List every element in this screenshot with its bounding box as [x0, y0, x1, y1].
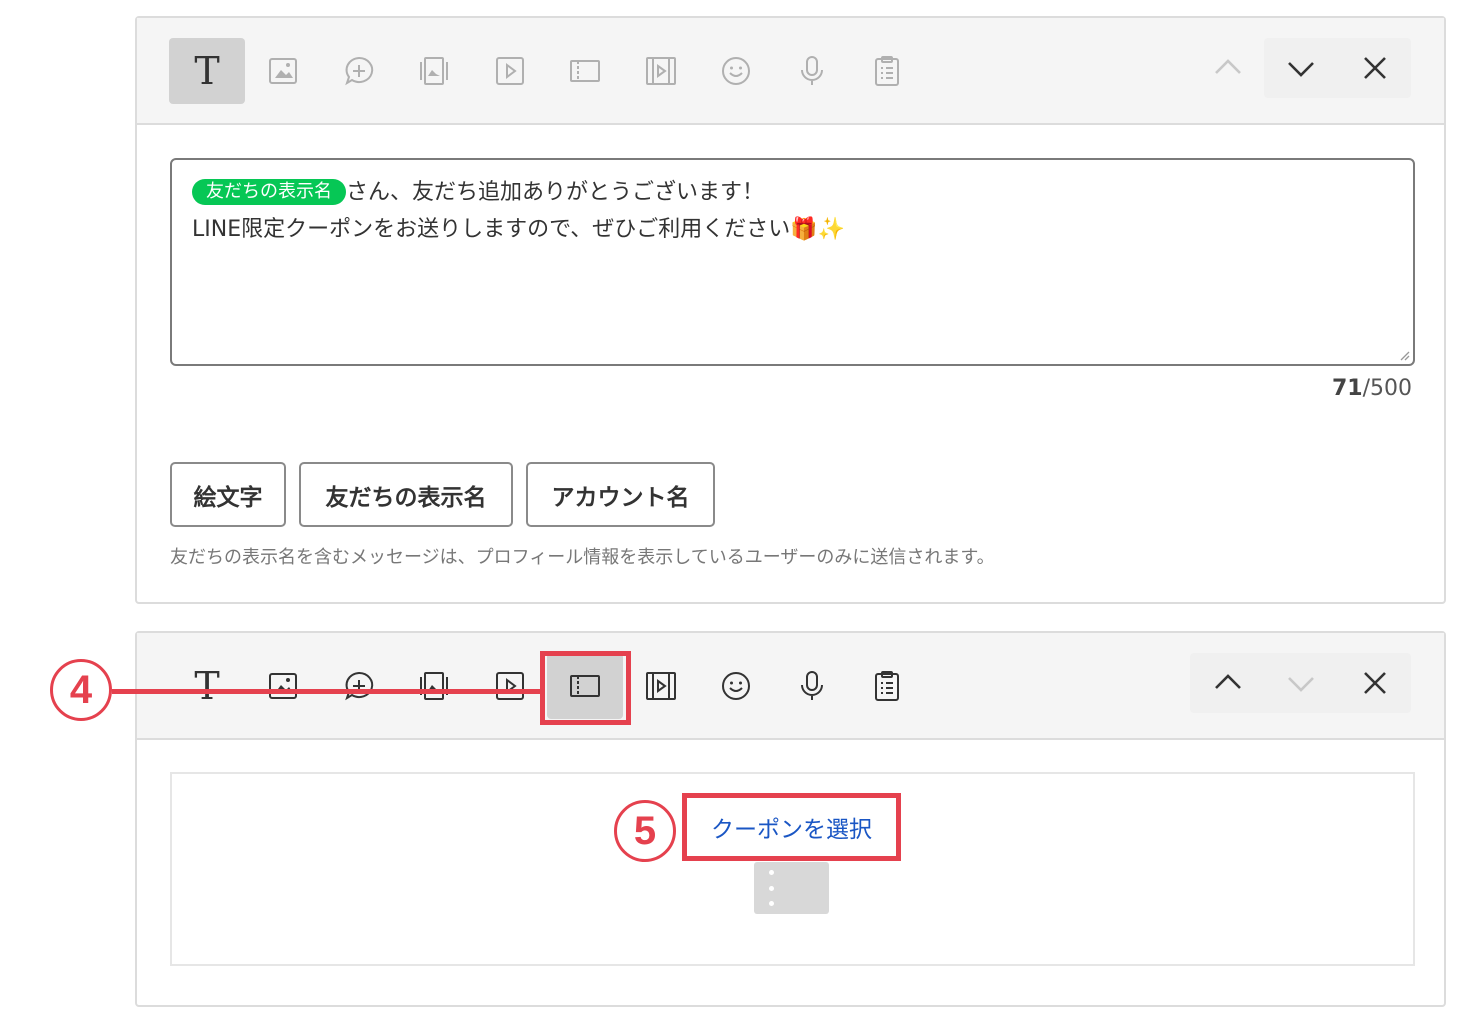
emoji-icon: [722, 672, 750, 700]
image-icon: [269, 58, 297, 84]
message-textarea[interactable]: 友だちの表示名 さん、友だち追加ありがとうございます！ LINE限定クーポンをお送…: [170, 158, 1415, 366]
image-carousel-icon: [420, 672, 448, 700]
friend-name-note: 友だちの表示名を含むメッセージは、プロフィール情報を表示しているユーザーのみに送…: [170, 547, 995, 568]
message-line-1: 友だちの表示名 さん、友だち追加ありがとうございます！: [192, 174, 1393, 211]
rich-video-icon: [646, 57, 676, 85]
clipboard-icon: [875, 56, 899, 86]
emoji-chip-button[interactable]: 絵文字: [170, 462, 286, 527]
coupon-perforation: [769, 870, 774, 906]
emoji-tool-button[interactable]: [698, 653, 774, 719]
text-icon: T: [194, 49, 220, 93]
stamp-icon: [345, 56, 374, 86]
callout-step-5: 5: [614, 800, 676, 862]
coupon-tool-highlight: [540, 651, 631, 725]
character-counter: 71/500: [1332, 376, 1412, 401]
chevron-down-icon: [1288, 677, 1314, 692]
callout-4-connector: [112, 689, 540, 694]
image-tool-button[interactable]: [245, 653, 321, 719]
video-tool-button[interactable]: [472, 38, 548, 104]
chevron-down-icon: [1288, 62, 1314, 77]
move-up-button[interactable]: [1192, 653, 1264, 713]
message-type-toolbar: T: [137, 18, 1444, 125]
coupon-icon: [570, 60, 600, 82]
image-icon: [269, 673, 297, 699]
move-down-button[interactable]: [1265, 38, 1337, 98]
move-down-button[interactable]: [1265, 653, 1337, 713]
move-up-button[interactable]: [1192, 38, 1264, 98]
account-name-chip-button[interactable]: アカウント名: [526, 462, 715, 527]
text-icon: T: [194, 664, 220, 708]
survey-tool-button[interactable]: [849, 38, 925, 104]
rich-video-icon: [646, 672, 676, 700]
message-line-1-text: さん、友だち追加ありがとうございます！: [346, 180, 765, 205]
clipboard-icon: [875, 671, 899, 701]
message-line-2: LINE限定クーポンをお送りしますので、ぜひご利用ください🎁✨: [192, 217, 846, 242]
callout-step-4: 4: [50, 659, 112, 721]
delete-message-button[interactable]: [1339, 653, 1411, 713]
insert-chip-row: 絵文字 友だちの表示名 アカウント名: [170, 462, 715, 527]
image-carousel-tool-button[interactable]: [396, 653, 472, 719]
rich-video-tool-button[interactable]: [623, 38, 699, 104]
stamp-tool-button[interactable]: [321, 38, 397, 104]
stamp-icon: [345, 671, 374, 701]
friend-name-chip-button[interactable]: 友だちの表示名: [299, 462, 513, 527]
voice-tool-button[interactable]: [774, 38, 850, 104]
image-carousel-tool-button[interactable]: [396, 38, 472, 104]
image-tool-button[interactable]: [245, 38, 321, 104]
chevron-up-icon: [1215, 674, 1241, 689]
coupon-placeholder-icon: [754, 862, 829, 914]
chevron-up-icon: [1215, 59, 1241, 74]
voice-tool-button[interactable]: [774, 653, 850, 719]
rich-video-tool-button[interactable]: [623, 653, 699, 719]
friend-name-tag[interactable]: 友だちの表示名: [192, 179, 346, 205]
select-coupon-link[interactable]: クーポンを選択: [682, 793, 901, 861]
close-icon: [1364, 57, 1386, 79]
video-icon: [496, 672, 524, 700]
text-tool-button[interactable]: T: [169, 653, 245, 719]
character-limit: /500: [1362, 376, 1412, 401]
character-count: 71: [1331, 376, 1363, 401]
survey-tool-button[interactable]: [849, 653, 925, 719]
delete-message-button[interactable]: [1339, 38, 1411, 98]
microphone-icon: [801, 56, 823, 85]
video-tool-button[interactable]: [472, 653, 548, 719]
text-message-panel: T 友だちの表示名 さん、友だち追加ありがとうございます！ LINE限定クーポン…: [135, 16, 1446, 604]
resize-grip-icon[interactable]: [1398, 349, 1410, 361]
image-carousel-icon: [420, 57, 448, 85]
video-icon: [496, 57, 524, 85]
emoji-tool-button[interactable]: [698, 38, 774, 104]
stamp-tool-button[interactable]: [321, 653, 397, 719]
coupon-message-panel: T クーポンを選択: [135, 631, 1446, 1007]
message-type-toolbar: T: [137, 633, 1444, 740]
emoji-icon: [722, 57, 750, 85]
text-tool-button[interactable]: T: [169, 38, 245, 104]
microphone-icon: [801, 671, 823, 700]
coupon-tool-button[interactable]: [547, 38, 623, 104]
close-icon: [1364, 672, 1386, 694]
